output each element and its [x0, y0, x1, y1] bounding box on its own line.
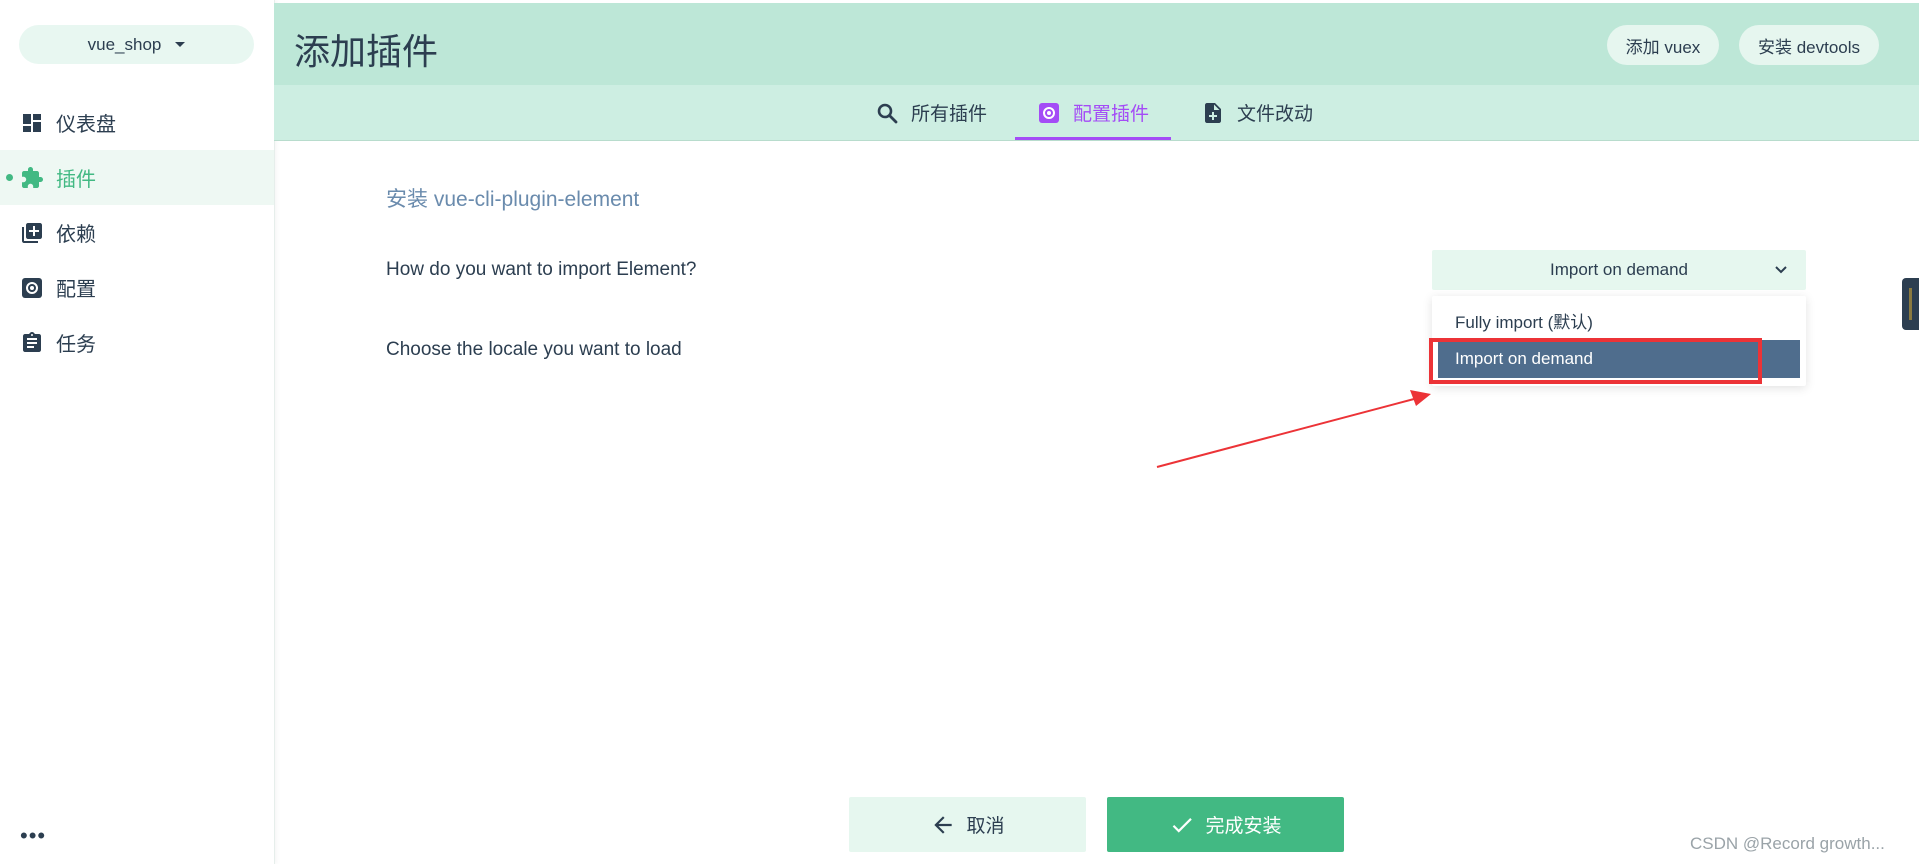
cancel-label: 取消 — [966, 816, 1005, 837]
scroll-handle[interactable] — [1902, 278, 1919, 330]
finish-install-button[interactable]: 完成安装 — [1107, 797, 1344, 852]
annotation-arrow — [1156, 390, 1431, 468]
watermark: CSDN @Record growth... — [1690, 834, 1885, 853]
cancel-button[interactable]: 取消 — [849, 797, 1086, 852]
arrow-left-icon — [930, 812, 956, 838]
finish-label: 完成安装 — [1205, 816, 1282, 837]
check-icon — [1169, 812, 1195, 838]
